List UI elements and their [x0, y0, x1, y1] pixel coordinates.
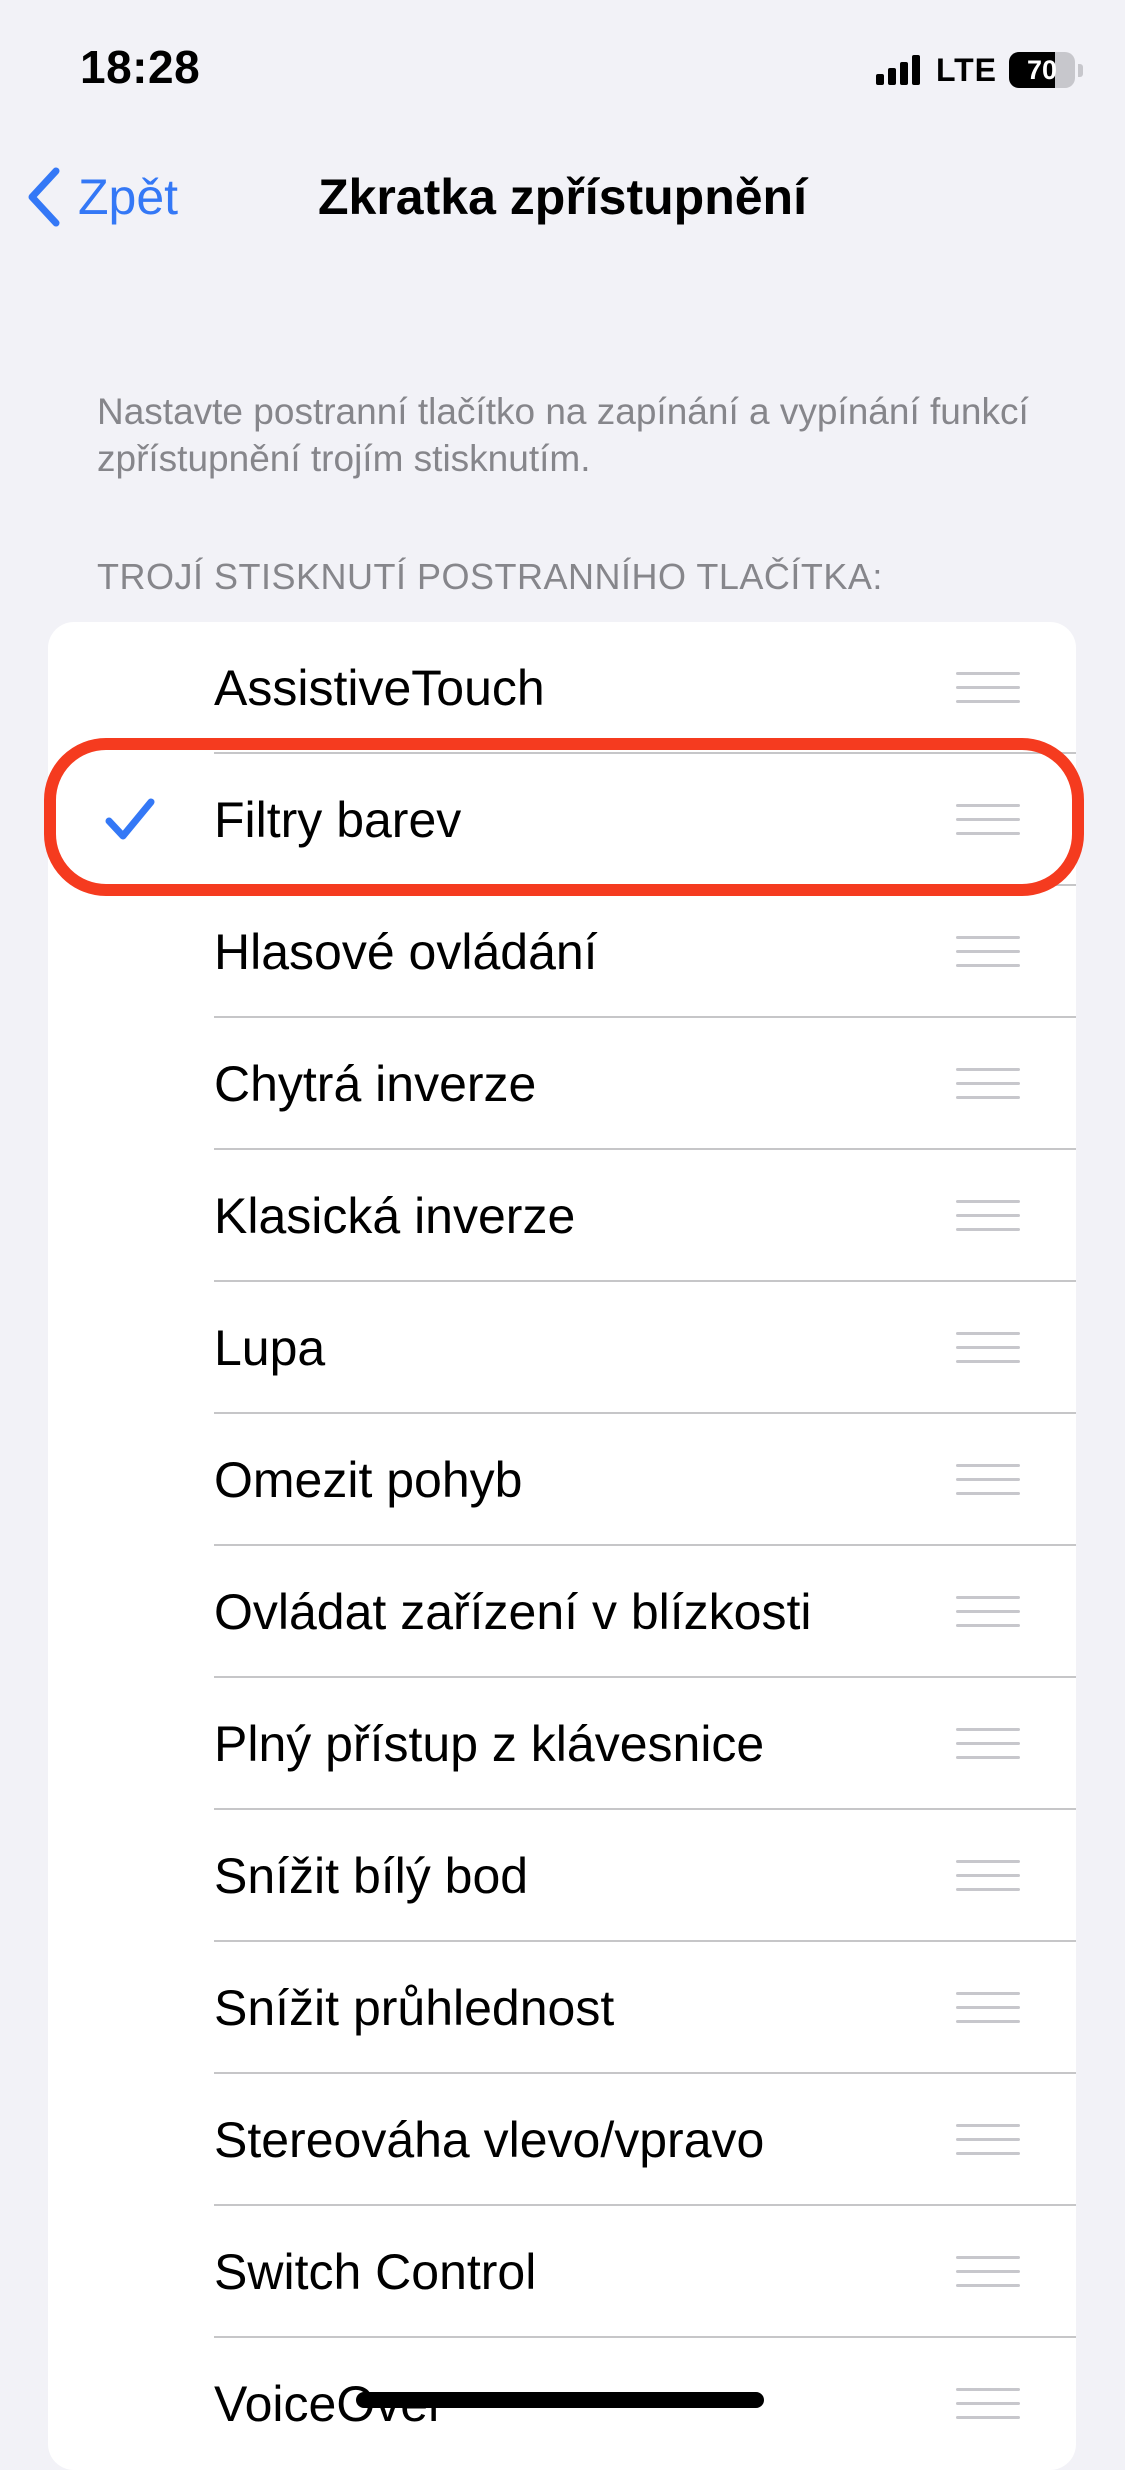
page-title: Zkratka zpřístupnění	[318, 169, 807, 225]
list-item[interactable]: Snížit průhlednost	[48, 1942, 1076, 2074]
battery-cap	[1078, 63, 1083, 77]
list-item-label: Filtry barev	[214, 792, 462, 848]
status-bar: 18:28 LTE 70	[0, 0, 1125, 135]
list-item-label: Plný přístup z klávesnice	[214, 1716, 765, 1772]
home-indicator	[356, 2392, 764, 2408]
list-item-label: AssistiveTouch	[214, 660, 545, 716]
list-item[interactable]: Omezit pohyb	[48, 1414, 1076, 1546]
list-item-label: Switch Control	[214, 2244, 537, 2300]
list-item-label: Omezit pohyb	[214, 1452, 523, 1508]
list-item[interactable]: Hlasové ovládání	[48, 886, 1076, 1018]
cellular-signal-icon	[875, 55, 924, 85]
reorder-handle-icon[interactable]	[956, 1860, 1020, 1892]
list-item[interactable]: Plný přístup z klávesnice	[48, 1678, 1076, 1810]
section-description: Nastavte postranní tlačítko na zapínání …	[97, 391, 1029, 479]
status-indicators: LTE 70	[875, 48, 1083, 92]
list-item[interactable]: Filtry barev	[48, 754, 1076, 886]
list-item[interactable]: Chytrá inverze	[48, 1018, 1076, 1150]
list-item-label: Lupa	[214, 1320, 326, 1376]
reorder-handle-icon[interactable]	[956, 2256, 1020, 2288]
shortcut-options-list: AssistiveTouch Filtry barev Hlasové ovládá…	[48, 622, 1076, 2470]
list-item-label: Klasická inverze	[214, 1188, 576, 1244]
list-item[interactable]: Klasická inverze	[48, 1150, 1076, 1282]
chevron-left-icon	[28, 167, 60, 227]
list-item[interactable]: Lupa	[48, 1282, 1076, 1414]
section-header: TROJÍ STISKNUTÍ POSTRANNÍHO TLAČÍTKA:	[97, 556, 883, 597]
network-type: LTE	[935, 51, 997, 88]
list-item-label: Chytrá inverze	[214, 1056, 537, 1112]
reorder-handle-icon[interactable]	[956, 2124, 1020, 2156]
reorder-handle-icon[interactable]	[956, 672, 1020, 704]
list-item[interactable]: Switch Control	[48, 2206, 1076, 2338]
back-button[interactable]: Zpět	[24, 160, 178, 234]
list-item-label: Stereováha vlevo/vpravo	[214, 2112, 765, 2168]
status-time: 18:28	[80, 41, 201, 93]
reorder-handle-icon[interactable]	[956, 936, 1020, 968]
reorder-handle-icon[interactable]	[956, 1464, 1020, 1496]
list-item[interactable]: AssistiveTouch	[48, 622, 1076, 754]
list-item-label: Ovládat zařízení v blízkosti	[214, 1584, 812, 1640]
reorder-handle-icon[interactable]	[956, 1200, 1020, 1232]
reorder-handle-icon[interactable]	[956, 1332, 1020, 1364]
back-label: Zpět	[78, 169, 179, 225]
list-item[interactable]: Ovládat zařízení v blízkosti	[48, 1546, 1076, 1678]
battery-percent: 70	[1026, 54, 1058, 85]
battery-icon: 70	[1009, 52, 1075, 88]
reorder-handle-icon[interactable]	[956, 804, 1020, 836]
list-item[interactable]: Snížit bílý bod	[48, 1810, 1076, 1942]
reorder-handle-icon[interactable]	[956, 1992, 1020, 2024]
list-item[interactable]: Stereováha vlevo/vpravo	[48, 2074, 1076, 2206]
checkmark-icon	[105, 798, 155, 840]
list-item-label: Hlasové ovládání	[214, 924, 598, 980]
reorder-handle-icon[interactable]	[956, 2388, 1020, 2420]
reorder-handle-icon[interactable]	[956, 1728, 1020, 1760]
reorder-handle-icon[interactable]	[956, 1068, 1020, 1100]
list-item-label: Snížit průhlednost	[214, 1980, 615, 2036]
list-item-label: Snížit bílý bod	[214, 1848, 529, 1904]
reorder-handle-icon[interactable]	[956, 1596, 1020, 1628]
